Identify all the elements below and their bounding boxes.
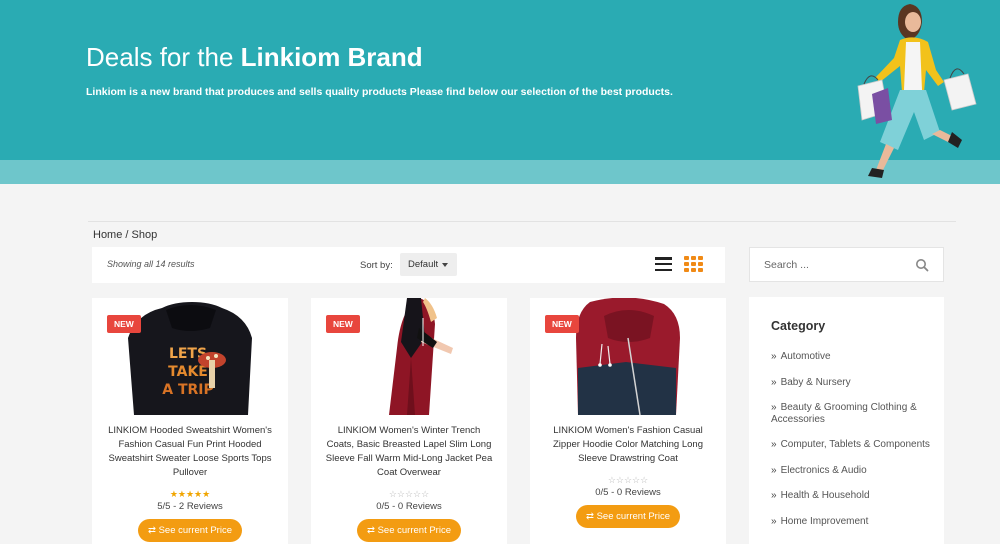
category-label: Home Improvement (780, 515, 869, 527)
search-box (749, 247, 944, 282)
chevron-right-icon: » (771, 439, 777, 450)
chevron-right-icon: » (771, 515, 777, 527)
category-label: Electronics & Audio (780, 464, 867, 476)
new-badge: NEW (545, 315, 579, 333)
category-label: Beauty & Grooming Clothing & Accessories (771, 402, 917, 425)
see-price-button[interactable]: ⇄ See current Price (576, 505, 680, 528)
breadcrumb: Home / Shop (93, 229, 157, 241)
sort-dropdown-value: Default (408, 259, 439, 270)
product-card[interactable]: NEW LINKIOM Women's Fashion Casual Zippe… (530, 298, 726, 544)
new-badge: NEW (326, 315, 360, 333)
chevron-right-icon: » (771, 490, 777, 501)
category-label: Health & Household (780, 490, 870, 501)
category-label: Baby & Nursery (780, 376, 851, 388)
category-item-home-improvement[interactable]: » Home Improvement (771, 516, 936, 528)
product-image[interactable]: NEW (530, 298, 726, 415)
svg-text:TAKE: TAKE (168, 364, 208, 380)
search-input[interactable] (750, 248, 900, 281)
page-title: Deals for the Linkiom Brand (86, 42, 423, 73)
product-image[interactable]: LETS TAKE A TRIP NEW (92, 298, 288, 415)
search-icon[interactable] (915, 258, 929, 272)
hero-subtitle: Linkiom is a new brand that produces and… (86, 86, 673, 98)
breadcrumb-current: Shop (131, 229, 158, 241)
results-count: Showing all 14 results (107, 259, 195, 269)
rating-stars: ★★★★★ (169, 489, 211, 499)
see-price-button[interactable]: ⇄ See current Price (357, 519, 461, 542)
svg-text:A TRIP: A TRIP (162, 382, 214, 398)
sort-dropdown[interactable]: Default (400, 253, 457, 276)
category-item-electronics[interactable]: » Electronics & Audio (771, 465, 936, 477)
product-title[interactable]: LINKIOM Hooded Sweatshirt Women's Fashio… (106, 424, 274, 480)
chevron-down-icon (442, 263, 448, 267)
shop-toolbar: Showing all 14 results Sort by: Default (92, 247, 725, 283)
category-panel: Category » Automotive » Baby & Nursery » Be… (749, 297, 944, 544)
product-title[interactable]: LINKIOM Women's Winter Trench Coats, Bas… (325, 424, 493, 480)
page-title-brand: Linkiom Brand (240, 42, 423, 72)
see-price-button[interactable]: ⇄ See current Price (138, 519, 242, 542)
category-item-baby-nursery[interactable]: » Baby & Nursery (771, 377, 936, 389)
chevron-right-icon: » (771, 351, 777, 362)
category-title: Category (771, 319, 826, 333)
chevron-right-icon: » (771, 464, 777, 476)
product-reviews: 0/5 - 0 Reviews (376, 501, 442, 512)
category-list: » Automotive » Baby & Nursery » Beauty & Gr… (771, 351, 936, 541)
chevron-right-icon: » (771, 376, 777, 388)
product-image[interactable]: NEW (311, 298, 507, 415)
rating-stars: ☆☆☆☆☆ (607, 475, 649, 485)
category-item-automotive[interactable]: » Automotive (771, 351, 936, 363)
product-reviews: 5/5 - 2 Reviews (157, 501, 223, 512)
hero-banner: Deals for the Linkiom Brand Linkiom is a… (0, 0, 1000, 184)
product-title[interactable]: LINKIOM Women's Fashion Casual Zipper Ho… (544, 424, 712, 466)
new-badge: NEW (107, 315, 141, 333)
category-label: Automotive (780, 351, 831, 362)
product-card[interactable]: LETS TAKE A TRIP NEW LINKIOM Hooded Swea… (92, 298, 288, 544)
category-item-computer[interactable]: » Computer, Tablets & Components (771, 439, 936, 451)
category-label: Computer, Tablets & Components (780, 439, 930, 450)
category-item-health[interactable]: » Health & Household (771, 490, 936, 502)
page-title-prefix: Deals for the (86, 42, 241, 72)
rating-stars: ☆☆☆☆☆ (388, 489, 430, 499)
breadcrumb-home-link[interactable]: Home (93, 229, 122, 241)
list-view-icon[interactable] (655, 257, 672, 272)
category-item-beauty-clothing[interactable]: » Beauty & Grooming Clothing & Accessorie… (771, 402, 936, 425)
chevron-right-icon: » (771, 402, 777, 413)
sort-label: Sort by: (360, 260, 393, 271)
grid-view-icon[interactable] (684, 256, 704, 272)
product-reviews: 0/5 - 0 Reviews (595, 487, 661, 498)
breadcrumb-separator: / (125, 229, 129, 241)
content-divider (88, 221, 956, 222)
product-card[interactable]: NEW LINKIOM Women's Winter Trench Coats,… (311, 298, 507, 544)
shopping-woman-image (857, 4, 977, 178)
